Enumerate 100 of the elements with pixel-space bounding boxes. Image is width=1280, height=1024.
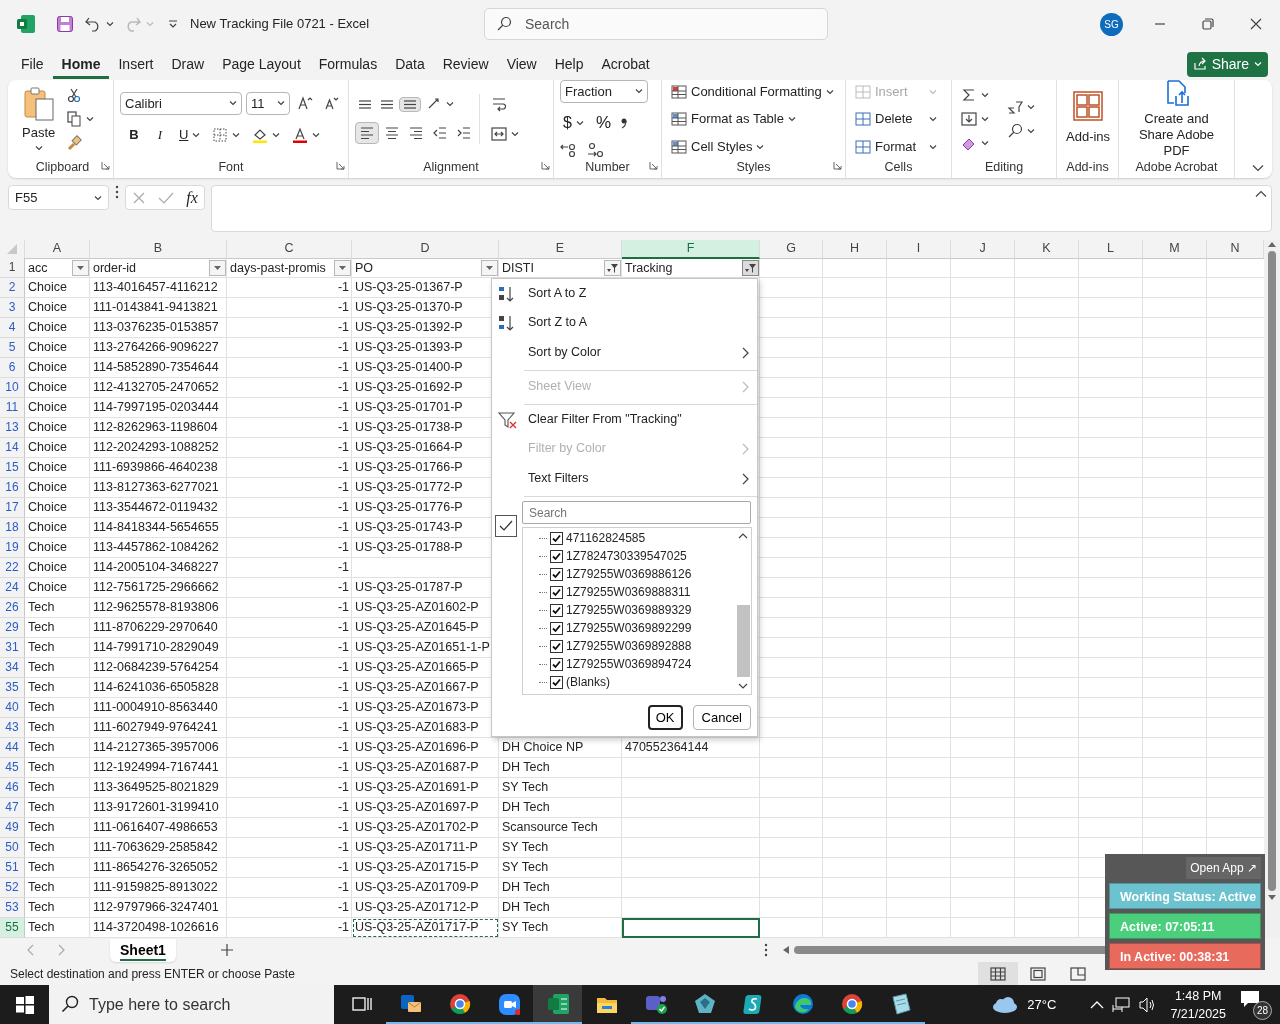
cells-button[interactable]: Format	[852, 134, 940, 159]
row-number[interactable]: 14	[0, 438, 25, 458]
row-number[interactable]: 13	[0, 418, 25, 438]
checkbox[interactable]	[550, 621, 563, 635]
dialog-launcher-icon[interactable]	[833, 160, 842, 170]
font-size-dropdown[interactable]: 11	[246, 91, 290, 115]
menu-item[interactable]: Sort A to Z	[492, 279, 757, 308]
volume-icon[interactable]	[1138, 995, 1157, 1014]
row-number[interactable]: 53	[0, 898, 25, 918]
ok-button[interactable]: OK	[647, 705, 683, 730]
vertical-align-button[interactable]	[399, 96, 421, 112]
row-number[interactable]: 29	[0, 618, 25, 638]
row-number[interactable]: 43	[0, 718, 25, 738]
share-button[interactable]: Share	[1186, 51, 1268, 77]
filter-button[interactable]	[334, 260, 351, 276]
row-number[interactable]: 2	[0, 278, 25, 298]
comma-icon[interactable]	[620, 116, 629, 129]
menu-item[interactable]: Sort Z to A	[492, 308, 757, 337]
sheet-tab[interactable]: Sheet1	[110, 938, 176, 962]
styles-button[interactable]: Conditional Formatting	[668, 79, 837, 104]
italic-button[interactable]: I	[150, 122, 170, 147]
cancel-button[interactable]: Cancel	[692, 705, 751, 730]
add-ins-button[interactable]: Add-ins	[1063, 89, 1114, 149]
add-sheet-icon[interactable]	[219, 943, 234, 957]
row-number[interactable]: 5	[0, 338, 25, 358]
view-button[interactable]	[978, 961, 1018, 986]
check-icon[interactable]	[158, 190, 175, 205]
row-number[interactable]: 49	[0, 818, 25, 838]
checkbox[interactable]	[550, 603, 563, 617]
row-number[interactable]: 26	[0, 598, 25, 618]
dialog-launcher-icon[interactable]	[649, 160, 658, 170]
row-number[interactable]: 46	[0, 778, 25, 798]
scroll-down-icon[interactable]	[1267, 894, 1277, 902]
column-header[interactable]: B	[90, 240, 227, 259]
checkbox[interactable]	[550, 549, 563, 563]
user-avatar[interactable]: SG	[1100, 12, 1123, 36]
filter-button[interactable]	[209, 260, 226, 276]
column-header[interactable]: D	[352, 240, 499, 259]
styles-button[interactable]: Cell Styles	[668, 134, 837, 159]
scrollbar-thumb[interactable]	[1268, 251, 1276, 891]
row-number[interactable]: 3	[0, 298, 25, 318]
filter-button[interactable]	[742, 260, 759, 276]
row-number[interactable]: 1	[0, 258, 25, 278]
column-header[interactable]: A	[25, 240, 90, 259]
ribbon-tab[interactable]: Formulas	[309, 49, 387, 79]
ribbon-tab[interactable]: Data	[386, 49, 434, 79]
row-number[interactable]: 4	[0, 318, 25, 338]
ribbon-tab[interactable]: File	[12, 49, 53, 79]
row-number[interactable]: 15	[0, 458, 25, 478]
underline-button[interactable]: U	[176, 122, 204, 147]
more-options-icon[interactable]	[763, 943, 768, 957]
scroll-left-icon[interactable]	[781, 945, 790, 955]
scroll-up-icon[interactable]	[1267, 240, 1277, 248]
row-number[interactable]: 10	[0, 378, 25, 398]
column-header[interactable]: H	[823, 240, 887, 259]
column-header[interactable]: M	[1143, 240, 1207, 259]
checkbox[interactable]	[550, 639, 563, 653]
save-button[interactable]	[56, 15, 74, 33]
column-header[interactable]: K	[1015, 240, 1079, 259]
decrease-decimal-icon[interactable]	[586, 142, 604, 159]
chevron-up-icon[interactable]	[1090, 1000, 1105, 1009]
row-number[interactable]: 50	[0, 838, 25, 858]
filter-button[interactable]	[604, 260, 621, 276]
row-number[interactable]: 6	[0, 358, 25, 378]
name-box[interactable]: F55	[8, 185, 109, 210]
number-format-dropdown[interactable]: Fraction	[560, 79, 648, 103]
filter-search-field[interactable]: Search	[522, 501, 751, 524]
row-number[interactable]: 34	[0, 658, 25, 678]
checkbox[interactable]	[550, 531, 563, 545]
ribbon-tab[interactable]: Review	[433, 49, 498, 79]
horizontal-align-button[interactable]	[355, 122, 379, 144]
selected-cell[interactable]	[622, 918, 760, 938]
row-number[interactable]: 16	[0, 478, 25, 498]
select-all-checkbox[interactable]	[495, 515, 517, 537]
weather-temperature[interactable]: 27°C	[1027, 994, 1057, 1015]
ribbon-tab[interactable]: Draw	[162, 49, 214, 79]
ribbon-tab[interactable]: Page Layout	[213, 49, 310, 79]
checkbox[interactable]	[550, 657, 563, 671]
checkbox[interactable]	[550, 675, 563, 689]
row-number[interactable]: 40	[0, 698, 25, 718]
dialog-launcher-icon[interactable]	[336, 160, 345, 170]
checkbox[interactable]	[550, 567, 563, 581]
network-icon[interactable]	[1112, 995, 1131, 1014]
notifications-button[interactable]: 28	[1240, 988, 1272, 1021]
ribbon-tab[interactable]: Acrobat	[592, 49, 659, 79]
ribbon-tab[interactable]: Insert	[109, 49, 163, 79]
column-header[interactable]: F	[622, 240, 760, 259]
clock-date[interactable]: 7/21/2025	[1170, 1004, 1226, 1023]
row-number[interactable]: 51	[0, 858, 25, 878]
row-number[interactable]: 24	[0, 578, 25, 598]
insert-function-button[interactable]: fx	[186, 185, 198, 210]
row-number[interactable]: 55	[0, 918, 25, 938]
row-number[interactable]: 11	[0, 398, 25, 418]
clock-time[interactable]: 1:48 PM	[1174, 986, 1222, 1005]
percent-button[interactable]: %	[592, 107, 615, 138]
open-app-button[interactable]: Open App ↗	[1186, 857, 1261, 879]
filter-button[interactable]	[72, 260, 89, 276]
row-number[interactable]: 31	[0, 638, 25, 658]
row-number[interactable]: 44	[0, 738, 25, 758]
row-number[interactable]: 45	[0, 758, 25, 778]
